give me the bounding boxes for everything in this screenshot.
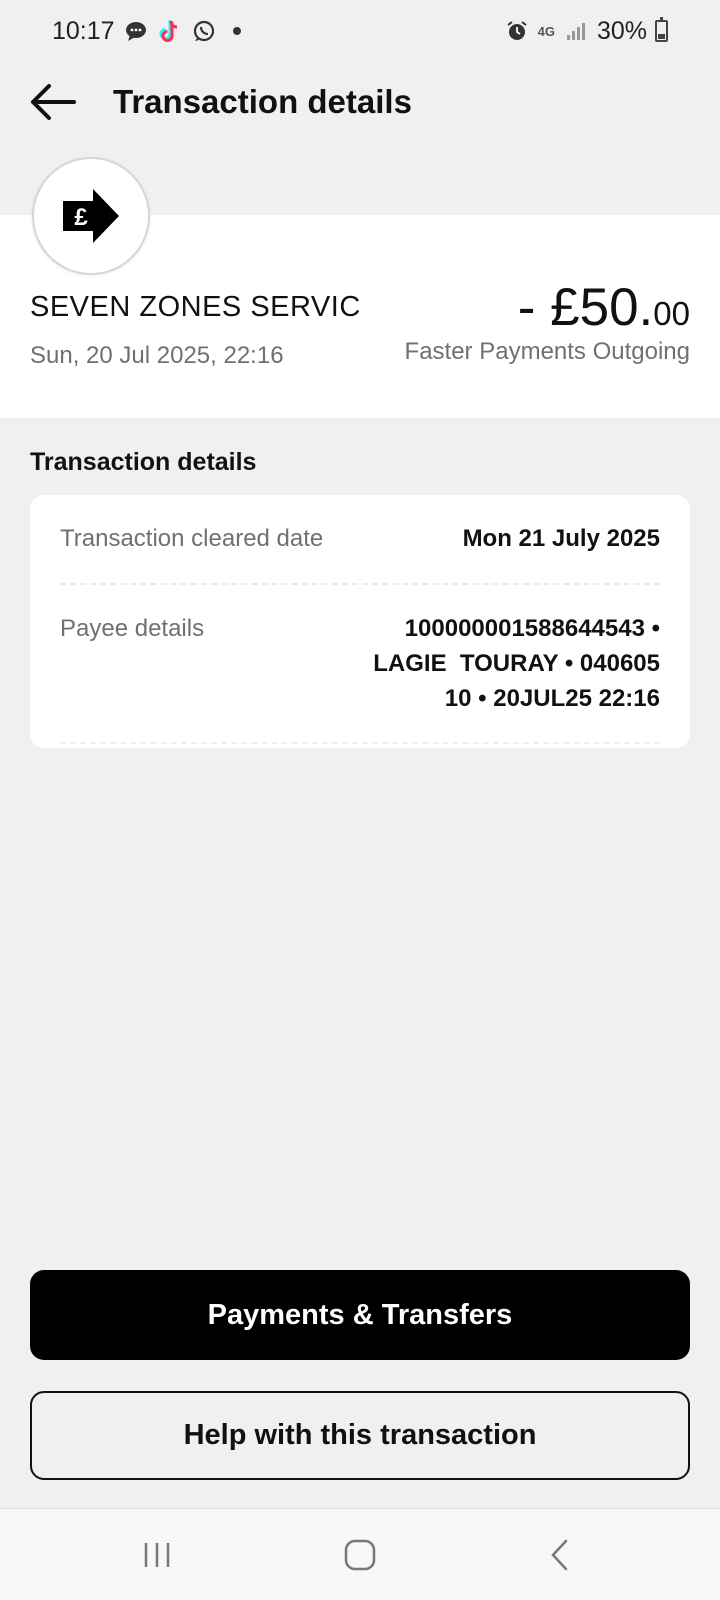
app-header: Transaction details — [0, 62, 720, 142]
help-transaction-button[interactable]: Help with this transaction — [30, 1391, 690, 1480]
cleared-date-value: Mon 21 July 2025 — [462, 525, 660, 552]
network-type: 4G — [537, 23, 555, 39]
payee-value: 100000001588644543 • LAGIE TOURAY • 0406… — [290, 611, 660, 716]
details-card: Transaction cleared date Mon 21 July 202… — [30, 495, 690, 748]
section-title: Transaction details — [30, 448, 257, 476]
system-nav-bar — [0, 1508, 720, 1600]
status-right: 4G 30% — [504, 17, 668, 46]
payee-row: Payee details 100000001588644543 • LAGIE… — [60, 585, 660, 748]
cleared-date-label: Transaction cleared date — [60, 525, 324, 552]
home-button[interactable] — [330, 1535, 390, 1575]
back-button[interactable] — [28, 80, 78, 124]
battery-icon — [655, 17, 668, 42]
payee-line-2: LAGIE TOURAY • 040605 — [373, 650, 660, 677]
payee-label: Payee details — [60, 615, 205, 642]
merchant-name: SEVEN ZONES SERVIC — [30, 291, 361, 323]
notification-dot — [232, 27, 241, 35]
whatsapp-icon — [191, 18, 217, 44]
battery-percent: 30% — [596, 16, 647, 45]
tiktok-icon — [157, 18, 183, 44]
amount-pence: 00 — [653, 295, 690, 332]
recent-apps-button[interactable] — [127, 1535, 187, 1575]
transaction-date: Sun, 20 Jul 2025, 22:16 — [30, 342, 284, 369]
status-left: 10:17 — [52, 17, 241, 46]
payee-line-1: 100000001588644543 • — [404, 615, 660, 642]
payee-line-3: 10 • 20JUL25 22:16 — [444, 685, 660, 712]
home-icon — [344, 1539, 376, 1571]
payments-transfers-button[interactable]: Payments & Transfers — [30, 1270, 690, 1360]
arrow-left-icon — [31, 84, 76, 120]
status-time: 10:17 — [52, 16, 115, 45]
amount-main: - £50. — [517, 278, 654, 337]
nav-back-button[interactable] — [530, 1535, 590, 1575]
signal-icon — [563, 18, 589, 44]
cleared-date-row: Transaction cleared date Mon 21 July 202… — [60, 495, 660, 585]
transaction-amount: - £50.00 — [518, 277, 690, 338]
alarm-icon — [504, 18, 530, 44]
page-title: Transaction details — [113, 83, 412, 120]
pound-transfer-icon: £ — [63, 189, 119, 243]
recent-apps-icon — [144, 1543, 170, 1567]
merchant-avatar: £ — [32, 157, 150, 275]
message-icon — [123, 18, 149, 44]
status-bar: 10:17 4G 30% — [0, 0, 720, 62]
pound-symbol: £ — [74, 204, 88, 231]
transaction-type: Faster Payments Outgoing — [404, 338, 690, 365]
chevron-left-icon — [551, 1539, 568, 1571]
